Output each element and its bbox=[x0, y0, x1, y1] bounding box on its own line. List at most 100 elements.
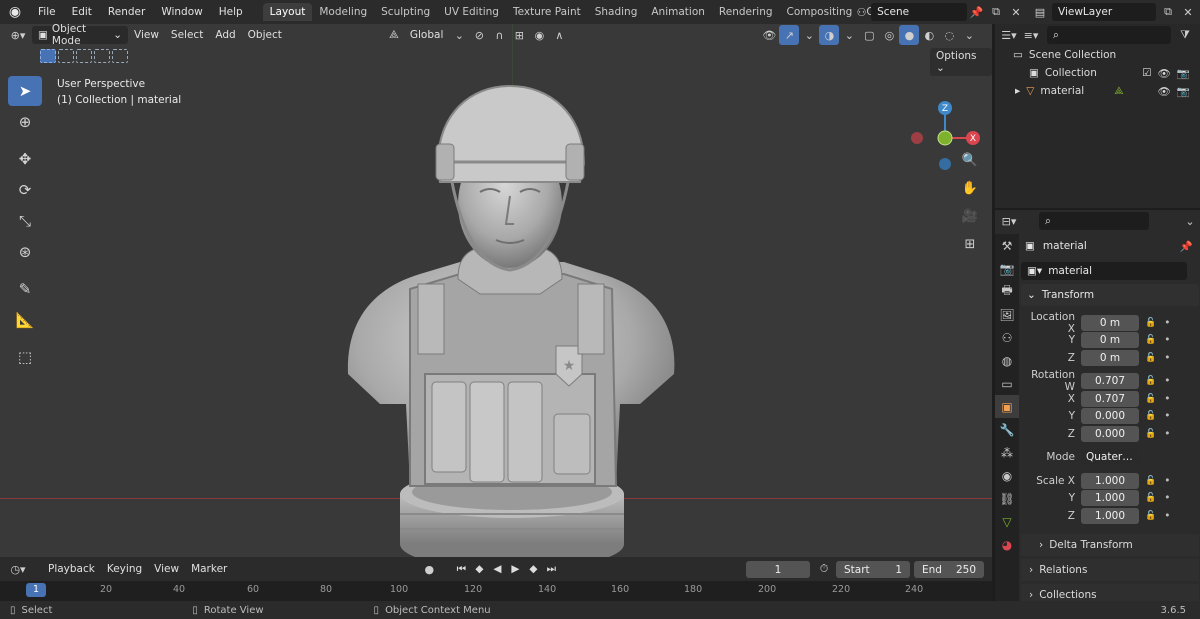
lock-icon[interactable]: 🔓 bbox=[1145, 476, 1156, 486]
jump-keyframe-back-icon[interactable]: ◆ bbox=[471, 563, 487, 576]
rotation-w-field[interactable]: 0.707 bbox=[1081, 373, 1139, 389]
material-shading-icon[interactable]: ◐ bbox=[919, 25, 939, 45]
outliner-editor-type-icon[interactable]: ☰▾ bbox=[999, 25, 1019, 45]
tab-shading[interactable]: Shading bbox=[588, 3, 645, 21]
scale-z-field[interactable]: 1.000 bbox=[1081, 507, 1139, 524]
delta-transform-panel-header[interactable]: › Delta Transform bbox=[1021, 534, 1199, 556]
eye-icon[interactable]: 👁 bbox=[1158, 67, 1171, 80]
gizmo-chevron-icon[interactable]: ⌄ bbox=[799, 25, 819, 45]
tab-sculpting[interactable]: Sculpting bbox=[374, 3, 437, 21]
3d-viewport[interactable]: ★ ⊕▾ ▣ Object Mode ⌄ View Select Add Obj… bbox=[0, 24, 992, 557]
transform-tool-icon[interactable]: ⊛ bbox=[8, 237, 42, 267]
select-new-icon[interactable] bbox=[40, 49, 56, 63]
outliner-item-collection[interactable]: ▣ Collection ☑ 👁 📷 bbox=[995, 64, 1200, 82]
end-frame-field[interactable]: End 250 bbox=[914, 561, 984, 578]
properties-search-input[interactable]: ⌕ bbox=[1039, 212, 1149, 230]
select-box-tool-icon[interactable]: ➤ bbox=[8, 76, 42, 106]
remove-scene-icon[interactable]: ✕ bbox=[1006, 2, 1026, 22]
pan-hand-icon[interactable]: ✋ bbox=[958, 174, 982, 202]
eye-icon[interactable]: 👁 bbox=[1158, 85, 1171, 98]
lock-icon[interactable]: 🔓 bbox=[1145, 394, 1156, 404]
tab-texture-paint[interactable]: Texture Paint bbox=[506, 3, 588, 21]
jump-end-icon[interactable]: ⏭ bbox=[543, 563, 559, 576]
proportional-edit-icon[interactable]: ◉ bbox=[529, 25, 549, 45]
current-frame-field[interactable]: 1 bbox=[746, 561, 810, 578]
playhead[interactable]: 1 bbox=[26, 583, 46, 597]
modifier-tab-icon[interactable]: 🔧 bbox=[995, 418, 1019, 441]
jump-keyframe-forward-icon[interactable]: ◆ bbox=[525, 563, 541, 576]
tab-compositing[interactable]: Compositing bbox=[780, 3, 860, 21]
relations-panel-header[interactable]: › Relations bbox=[1021, 559, 1199, 581]
keyframe-dot-icon[interactable]: • bbox=[1164, 475, 1170, 487]
soldier-bust-model[interactable]: ★ bbox=[340, 74, 680, 557]
viewport-menu-view[interactable]: View bbox=[128, 29, 165, 41]
exclude-checkbox-icon[interactable]: ☑ bbox=[1142, 67, 1151, 80]
tab-rendering[interactable]: Rendering bbox=[712, 3, 780, 21]
menu-edit[interactable]: Edit bbox=[64, 0, 100, 24]
add-cube-tool-icon[interactable]: ⬚ bbox=[8, 342, 42, 372]
lock-icon[interactable]: 🔓 bbox=[1145, 411, 1156, 421]
scene-icon[interactable]: ⚇ bbox=[852, 2, 871, 22]
data-tab-icon[interactable]: ▽ bbox=[995, 510, 1019, 533]
object-datablock-field[interactable]: ▣▾ material bbox=[1021, 262, 1187, 280]
keyframe-dot-icon[interactable]: • bbox=[1164, 393, 1170, 405]
keyframe-dot-icon[interactable]: • bbox=[1164, 317, 1170, 329]
outliner-item-material[interactable]: ▸ ▽ material ⟁ 👁 📷 bbox=[995, 82, 1200, 100]
rotation-z-field[interactable]: 0.000 bbox=[1081, 425, 1139, 442]
object-mode-dropdown[interactable]: ▣ Object Mode ⌄ bbox=[32, 24, 128, 47]
overlay-toggle-icon[interactable]: ◑ bbox=[819, 25, 840, 45]
keyframe-dot-icon[interactable]: • bbox=[1164, 428, 1170, 440]
falloff-icon[interactable]: ∧ bbox=[549, 25, 569, 45]
expand-arrow-icon[interactable]: ▸ bbox=[1015, 85, 1020, 97]
overlay-chevron-icon[interactable]: ⌄ bbox=[839, 25, 859, 45]
location-x-field[interactable]: 0 m bbox=[1081, 314, 1139, 331]
properties-editor-type-icon[interactable]: ⊟▾ bbox=[999, 211, 1019, 231]
select-intersect-icon[interactable] bbox=[112, 49, 128, 63]
snap-target-icon[interactable]: ⊞ bbox=[509, 25, 529, 45]
collections-panel-header[interactable]: › Collections bbox=[1021, 584, 1199, 601]
lock-icon[interactable]: 🔓 bbox=[1145, 376, 1156, 386]
rotate-tool-icon[interactable]: ⟳ bbox=[8, 175, 42, 205]
camera-view-icon[interactable]: 🎥 bbox=[958, 202, 982, 230]
menu-help[interactable]: Help bbox=[211, 0, 251, 24]
play-icon[interactable]: ▶ bbox=[507, 563, 523, 576]
location-z-field[interactable]: 0 m bbox=[1081, 349, 1139, 366]
move-tool-icon[interactable]: ✥ bbox=[8, 144, 42, 174]
rotation-x-field[interactable]: 0.707 bbox=[1081, 390, 1139, 407]
timeline-menu-view[interactable]: View bbox=[148, 563, 185, 575]
gizmo-toggle-icon[interactable]: ↗ bbox=[779, 25, 800, 45]
filter-icon[interactable]: ≡▾ bbox=[1021, 25, 1041, 45]
visibility-icon[interactable]: 👁 bbox=[759, 25, 779, 45]
timeline-editor-type-icon[interactable]: ◷▾ bbox=[8, 559, 28, 579]
scale-x-field[interactable]: 1.000 bbox=[1081, 472, 1139, 489]
viewport-menu-add[interactable]: Add bbox=[209, 29, 241, 41]
neg-x-axis-handle[interactable] bbox=[911, 132, 923, 144]
properties-options-icon[interactable]: ⌄ bbox=[1180, 211, 1200, 231]
blender-logo-icon[interactable]: ◉ bbox=[0, 0, 30, 24]
lock-icon[interactable]: 🔓 bbox=[1145, 511, 1156, 521]
lock-icon[interactable]: 🔓 bbox=[1145, 429, 1156, 439]
transform-panel-header[interactable]: ⌄ Transform bbox=[1021, 284, 1199, 306]
lock-icon[interactable]: 🔓 bbox=[1145, 353, 1156, 363]
scale-y-field[interactable]: 1.000 bbox=[1081, 490, 1139, 506]
xray-icon[interactable]: ▢ bbox=[859, 25, 879, 45]
rendered-shading-icon[interactable]: ◌ bbox=[939, 25, 959, 45]
scene-name-field[interactable]: Scene bbox=[871, 3, 967, 21]
outliner-search-input[interactable]: ⌕ bbox=[1047, 26, 1171, 44]
lock-icon[interactable]: 🔓 bbox=[1145, 335, 1156, 345]
ortho-grid-icon[interactable]: ⊞ bbox=[958, 230, 982, 258]
timeline-menu-keying[interactable]: Keying bbox=[101, 563, 148, 575]
keyframe-dot-icon[interactable]: • bbox=[1164, 410, 1170, 422]
mesh-data-icon[interactable]: ⟁ bbox=[1114, 85, 1123, 98]
keyframe-dot-icon[interactable]: • bbox=[1164, 492, 1170, 504]
orientation-chevron-icon[interactable]: ⌄ bbox=[449, 25, 469, 45]
tab-modeling[interactable]: Modeling bbox=[312, 3, 374, 21]
scene-tab-icon[interactable]: ⚇ bbox=[995, 326, 1019, 349]
cursor-tool-icon[interactable]: ⊕ bbox=[8, 107, 42, 137]
clock-icon[interactable]: ⏱ bbox=[814, 559, 834, 579]
menu-window[interactable]: Window bbox=[153, 0, 210, 24]
measure-tool-icon[interactable]: 📐 bbox=[8, 305, 42, 335]
collection-tab-icon[interactable]: ▭ bbox=[995, 372, 1019, 395]
transform-orientation-icon[interactable]: ⟁ bbox=[384, 25, 404, 45]
keyframe-dot-icon[interactable]: • bbox=[1164, 510, 1170, 522]
